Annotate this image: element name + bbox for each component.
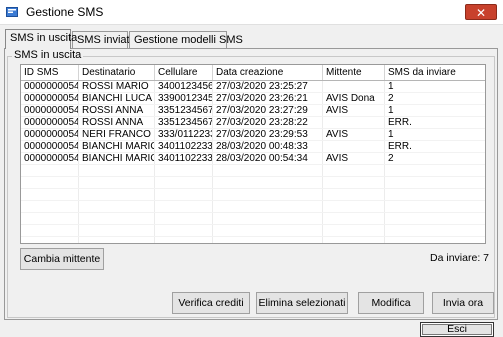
da-inviare-count: Da inviare: 7 (430, 252, 489, 264)
cell-id-sms: 000000005495 (21, 141, 79, 152)
table-row[interactable]: 000000005490 BIANCHI LUCA 3390012345 27/… (21, 93, 485, 105)
empty-row (21, 225, 485, 237)
cell-mittente: AVIS Dona (323, 93, 385, 104)
gestione-sms-window: Gestione SMS ✕ SMS in uscita SMS inviati… (0, 0, 503, 337)
cell-mittente: AVIS (323, 129, 385, 140)
cell-sms-da-inviare: 2 (388, 153, 394, 164)
cell-data-creazione: 27/03/2020 23:27:29 (213, 105, 323, 116)
cell-id-sms: 000000005492 (21, 117, 79, 128)
column-header-mittente[interactable]: Mittente (323, 65, 385, 80)
empty-row (21, 177, 485, 189)
title-bar: Gestione SMS ✕ (0, 0, 503, 25)
cell-cellulare: 3390012345 (155, 93, 213, 104)
cell-destinatario: NERI FRANCO (79, 129, 155, 140)
invia-ora-button[interactable]: Invia ora (432, 292, 494, 314)
empty-row (21, 201, 485, 213)
cell-sms-da-inviare: ERR. (388, 141, 412, 152)
window-title: Gestione SMS (26, 5, 104, 19)
close-icon: ✕ (475, 6, 487, 20)
cell-data-creazione: 28/03/2020 00:48:33 (213, 141, 323, 152)
column-header-id-sms[interactable]: ID SMS (21, 65, 79, 80)
empty-row (21, 165, 485, 177)
table-row[interactable]: 000000005493 NERI FRANCO 333/0112233 27/… (21, 129, 485, 141)
cell-destinatario: BIANCHI LUCA (79, 93, 155, 104)
cell-destinatario: ROSSI ANNA (79, 117, 155, 128)
cell-destinatario: ROSSI MARIO (79, 81, 155, 92)
column-header-data-creazione[interactable]: Data creazione (213, 65, 323, 80)
table-header: ID SMS Destinatario Cellulare Data creaz… (21, 65, 485, 81)
cell-sms-da-inviare: 1 (388, 129, 394, 140)
modifica-button[interactable]: Modifica (358, 292, 424, 314)
cell-data-creazione: 28/03/2020 00:54:34 (213, 153, 323, 164)
cell-data-creazione: 27/03/2020 23:26:21 (213, 93, 323, 104)
cell-sms-da-inviare: 1 (388, 81, 394, 92)
column-header-destinatario[interactable]: Destinatario (79, 65, 155, 80)
cell-id-sms: 000000005491 (21, 105, 79, 116)
cell-data-creazione: 27/03/2020 23:25:27 (213, 81, 323, 92)
empty-row (21, 237, 485, 243)
table-row[interactable]: 000000005496 BIANCHI MARIO 3401102233 28… (21, 153, 485, 165)
empty-row (21, 189, 485, 201)
cell-data-creazione: 27/03/2020 23:29:53 (213, 129, 323, 140)
cell-id-sms: 000000005496 (21, 153, 79, 164)
cell-sms-da-inviare: 2 (388, 93, 394, 104)
tab-sms-in-uscita[interactable]: SMS in uscita (5, 29, 77, 49)
empty-row (21, 213, 485, 225)
cell-destinatario: ROSSI ANNA (79, 105, 155, 116)
column-header-cellulare[interactable]: Cellulare (155, 65, 213, 80)
cell-id-sms: 000000005493 (21, 129, 79, 140)
cell-mittente (323, 117, 385, 128)
cell-destinatario: BIANCHI MARIO (79, 141, 155, 152)
column-header-sms-da-inviare[interactable]: SMS da inviare (385, 65, 485, 80)
table-row[interactable]: 000000005489 ROSSI MARIO 3400123456 27/0… (21, 81, 485, 93)
table-body: 000000005489 ROSSI MARIO 3400123456 27/0… (21, 81, 485, 243)
cell-sms-da-inviare: 1 (388, 105, 394, 116)
cell-sms-da-inviare: ERR. (388, 117, 412, 128)
cell-destinatario: BIANCHI MARIO (79, 153, 155, 164)
elimina-selezionati-button[interactable]: Elimina selezionati (256, 292, 348, 314)
esci-button[interactable]: Esci (420, 322, 494, 337)
cell-cellulare: 3401102233 (155, 141, 213, 152)
verifica-crediti-button[interactable]: Verifica crediti (172, 292, 250, 314)
cell-id-sms: 000000005490 (21, 93, 79, 104)
cell-mittente (323, 141, 385, 152)
cell-cellulare: 3351234567 (155, 105, 213, 116)
table-row[interactable]: 000000005491 ROSSI ANNA 3351234567 27/03… (21, 105, 485, 117)
table-row[interactable]: 000000005492 ROSSI ANNA 3351234567 27/03… (21, 117, 485, 129)
group-label: SMS in uscita (12, 49, 84, 61)
tab-sms-inviati[interactable]: SMS inviati (72, 31, 132, 48)
cell-mittente: AVIS (323, 153, 385, 164)
tab-gestione-modelli-sms[interactable]: Gestione modelli SMS (129, 31, 243, 48)
cell-id-sms: 000000005489 (21, 81, 79, 92)
app-icon (6, 7, 18, 17)
cell-cellulare: 3351234567 (155, 117, 213, 128)
cell-cellulare: 333/0112233 (155, 129, 213, 140)
cell-cellulare: 3401102233 (155, 153, 213, 164)
cambia-mittente-button[interactable]: Cambia mittente (20, 248, 104, 270)
cell-mittente: AVIS (323, 105, 385, 116)
cell-mittente (323, 81, 385, 92)
cell-cellulare: 3400123456 (155, 81, 213, 92)
sms-table[interactable]: ID SMS Destinatario Cellulare Data creaz… (20, 64, 486, 244)
cell-data-creazione: 27/03/2020 23:28:22 (213, 117, 323, 128)
table-row[interactable]: 000000005495 BIANCHI MARIO 3401102233 28… (21, 141, 485, 153)
close-button[interactable]: ✕ (465, 4, 497, 20)
